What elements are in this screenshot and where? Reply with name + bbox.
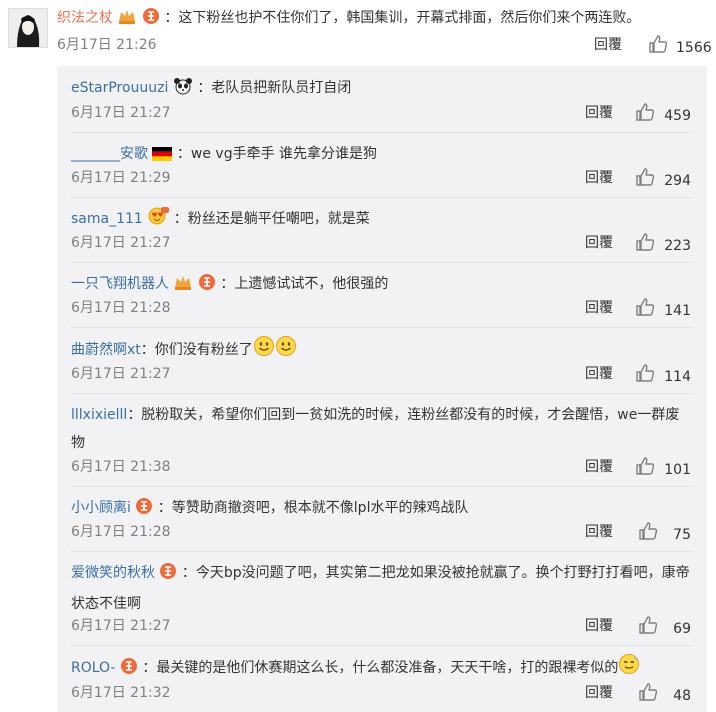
reply-body: ：老队员把新队员打自闭 xyxy=(197,80,352,96)
like-button[interactable]: 75 xyxy=(638,521,691,548)
panda-emoji-icon xyxy=(173,77,193,105)
reply-time: 6月17日 21:27 xyxy=(71,105,171,121)
reply-body: ：we vg手牵手 谁先拿分谁是狗 xyxy=(176,146,378,162)
thumbs-up-icon xyxy=(638,682,658,709)
thumbs-up-icon xyxy=(635,232,655,259)
like-count: 1566 xyxy=(676,39,712,56)
reply-item: sama_111 ：粉丝还是躺平任嘲吧，就是菜 6月17日 21:27 回覆 2… xyxy=(71,197,693,263)
comment-username[interactable]: 织法之杖 xyxy=(57,10,113,26)
thumbs-up-icon xyxy=(635,102,655,129)
like-button[interactable]: 114 xyxy=(635,363,691,390)
reply-body: ：上遗憾试试不，他很强的 xyxy=(220,276,389,292)
reply-item: 一只飞翔机器人 ：上遗憾试试不，他很强的 6月17日 21:28 回覆 141 xyxy=(71,262,693,328)
reply-username[interactable]: eStarProuuuzi xyxy=(71,80,168,96)
reply-button[interactable]: 回覆 xyxy=(585,298,613,318)
hot-badge-icon xyxy=(120,657,138,685)
reply-username[interactable]: ROLO- xyxy=(71,660,116,676)
thumbs-up-icon xyxy=(648,34,668,61)
thumbs-up-icon xyxy=(638,521,658,548)
reply-username[interactable]: lllxixielll xyxy=(71,407,127,423)
reply-time: 6月17日 21:38 xyxy=(71,459,171,475)
hot-badge-icon xyxy=(142,7,160,31)
comment-text-line: 织法之杖 ：这下粉丝也护不住你们了，韩国集训，开幕式排面，然后你们来个两连败。 xyxy=(57,7,640,31)
hot-badge-icon xyxy=(159,562,177,590)
thumbs-up-icon xyxy=(638,615,658,642)
reply-item: eStarProuuuzi ：老队员把新队员打自闭 6月17日 21:27 回覆… xyxy=(71,66,693,133)
comment-time: 6月17日 21:26 xyxy=(57,37,157,53)
like-count: 69 xyxy=(673,620,691,637)
like-count: 294 xyxy=(664,172,691,189)
replies-list: eStarProuuuzi ：老队员把新队员打自闭 6月17日 21:27 回覆… xyxy=(57,66,707,712)
reply-username[interactable]: 一只飞翔机器人 xyxy=(71,276,169,292)
reply-item: lllxixielll：脱粉取关，希望你们回到一贫如洗的时候，连粉丝都没有的时候… xyxy=(71,393,693,487)
reply-item: ROLO- ：最关键的是他们休赛期这么长，什么都没准备，天天干啥，打的跟裸考似的… xyxy=(71,645,693,712)
like-button[interactable]: 69 xyxy=(638,615,691,642)
like-button[interactable]: 223 xyxy=(635,232,691,259)
like-count: 141 xyxy=(664,302,691,319)
comment-body: ：这下粉丝也护不住你们了，韩国集训，开幕式排面，然后你们来个两连败。 xyxy=(164,10,641,26)
reply-time: 6月17日 21:29 xyxy=(71,170,171,186)
reply-time: 6月17日 21:27 xyxy=(71,366,171,382)
reply-button[interactable]: 回覆 xyxy=(585,233,613,253)
reply-body: ：脱粉取关，希望你们回到一贫如洗的时候，连粉丝都没有的时候，才会醒悟，we一群废… xyxy=(71,407,680,451)
like-button[interactable]: 101 xyxy=(635,456,691,483)
reply-time: 6月17日 21:27 xyxy=(71,618,171,634)
reply-body: ：最关键的是他们休赛期这么长，什么都没准备，天天干啥，打的跟裸考似的 xyxy=(142,660,619,676)
crown-badge-icon xyxy=(117,7,137,31)
reply-button[interactable]: 回覆 xyxy=(585,103,613,123)
thumbs-up-icon xyxy=(635,167,655,194)
like-button[interactable]: 48 xyxy=(638,682,691,709)
like-count: 75 xyxy=(673,526,691,543)
thumbs-up-icon xyxy=(635,456,655,483)
reply-button[interactable]: 回覆 xyxy=(594,35,622,55)
like-button[interactable]: 459 xyxy=(635,102,691,129)
reply-item: 曲蔚然啊xt：你们没有粉丝了 6月17日 21:27 回覆 114 xyxy=(71,327,693,394)
like-button[interactable]: 141 xyxy=(635,297,691,324)
reply-button[interactable]: 回覆 xyxy=(585,616,613,636)
reply-button[interactable]: 回覆 xyxy=(585,522,613,542)
like-count: 223 xyxy=(664,237,691,254)
reply-username[interactable]: sama_111 xyxy=(71,211,143,227)
top-comment: 织法之杖 ：这下粉丝也护不住你们了，韩国集训，开幕式排面，然后你们来个两连败。 … xyxy=(0,0,716,66)
user-avatar[interactable] xyxy=(8,8,48,48)
reply-item: 爱微笑的秋秋 ：今天bp没问题了吧，其实第二把龙如果没被抢就赢了。换个打野打打看… xyxy=(71,551,693,646)
reply-body: ：等赞助商撤资吧，根本就不像lpl水平的辣鸡战队 xyxy=(157,500,469,516)
sweat-smile-emoji-icon xyxy=(618,653,640,685)
reply-time: 6月17日 21:28 xyxy=(71,300,171,316)
reply-button[interactable]: 回覆 xyxy=(585,683,613,703)
like-count: 48 xyxy=(673,687,691,704)
thumbs-up-icon xyxy=(635,297,655,324)
reply-username[interactable]: 曲蔚然啊xt xyxy=(71,342,141,358)
like-count: 114 xyxy=(664,368,691,385)
reply-username[interactable]: 小小顾离i xyxy=(71,500,131,516)
reply-username[interactable]: 爱微笑的秋秋 xyxy=(71,565,155,581)
reply-item: 小小顾离i ：等赞助商撤资吧，根本就不像lpl水平的辣鸡战队 6月17日 21:… xyxy=(71,486,693,552)
reply-button[interactable]: 回覆 xyxy=(585,364,613,384)
reply-time: 6月17日 21:27 xyxy=(71,235,171,251)
reply-button[interactable]: 回覆 xyxy=(585,457,613,477)
reply-time: 6月17日 21:32 xyxy=(71,685,171,701)
like-button[interactable]: 1566 xyxy=(648,34,712,61)
reply-body: ：你们没有粉丝了 xyxy=(140,342,253,358)
reply-item: _______安歌 ：we vg手牵手 谁先拿分谁是狗 6月17日 21:29 … xyxy=(71,132,693,198)
like-count: 101 xyxy=(664,461,691,478)
reply-body: ：粉丝还是躺平任嘲吧，就是菜 xyxy=(173,211,370,227)
reply-time: 6月17日 21:28 xyxy=(71,524,171,540)
like-count: 459 xyxy=(664,107,691,124)
thumbs-up-icon xyxy=(635,363,655,390)
like-button[interactable]: 294 xyxy=(635,167,691,194)
reply-button[interactable]: 回覆 xyxy=(585,168,613,188)
reply-username[interactable]: _______安歌 xyxy=(71,146,148,162)
